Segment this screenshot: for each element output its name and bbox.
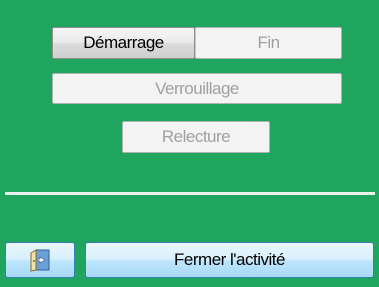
relecture-button-label: Relecture: [161, 127, 231, 146]
fermer-activite-button[interactable]: Fermer l'activité: [85, 242, 374, 278]
demarrage-button-label: Démarrage: [83, 33, 164, 52]
demarrage-button[interactable]: Démarrage: [52, 27, 195, 59]
fermer-activite-button-label: Fermer l'activité: [174, 250, 285, 269]
relecture-button[interactable]: Relecture: [122, 121, 270, 153]
exit-door-icon: [28, 248, 52, 272]
exit-icon-button[interactable]: [5, 242, 75, 278]
verrouillage-button-label: Verrouillage: [155, 78, 239, 98]
activity-control-panel: Démarrage Fin Verrouillage Relecture Fer…: [0, 0, 379, 287]
fin-button[interactable]: Fin: [195, 27, 342, 59]
verrouillage-button[interactable]: Verrouillage: [52, 73, 342, 104]
separator-line: [5, 192, 375, 195]
fin-button-label: Fin: [257, 33, 280, 52]
